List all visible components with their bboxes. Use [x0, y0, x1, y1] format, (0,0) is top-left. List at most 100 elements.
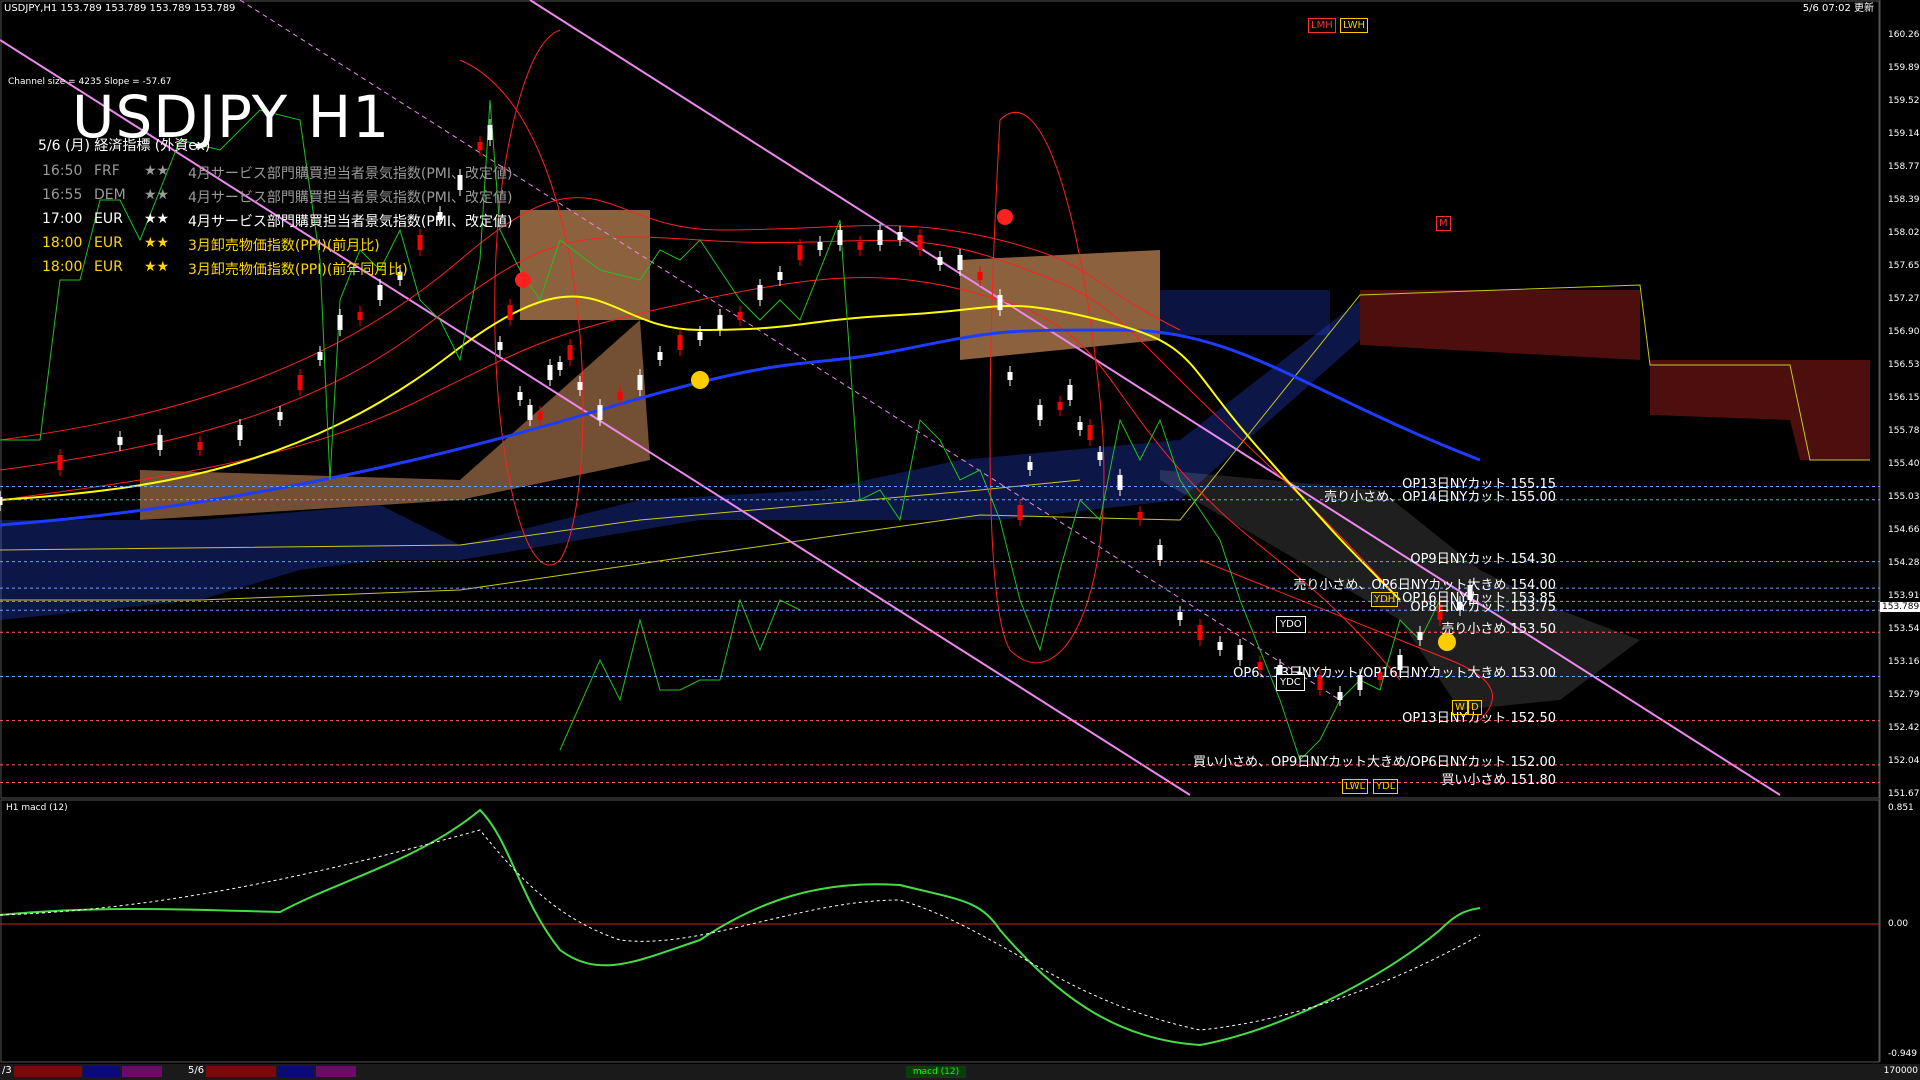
level-label: OP9日NYカット 154.30: [1410, 551, 1556, 567]
candle-body: [197, 442, 203, 450]
candle-body: [497, 342, 503, 350]
candle-body: [377, 285, 383, 300]
calendar-stars: ★★: [144, 259, 170, 275]
candle-body: [157, 435, 163, 450]
calendar-currency: EUR: [94, 235, 123, 251]
macd-signal-line: [0, 829, 1481, 1031]
period-tab[interactable]: [14, 1066, 82, 1077]
level-label: OP8日NYカット 153.75: [1410, 600, 1556, 616]
candle-body: [477, 142, 483, 150]
server-time: 5/6 07:02 更新: [1802, 3, 1874, 14]
candle-body: [567, 345, 573, 360]
candle-body: [797, 245, 803, 260]
price-tick: 160.260: [1888, 30, 1920, 40]
price-tick: 153.540: [1888, 624, 1920, 634]
price-tick: 152.040: [1888, 756, 1920, 766]
candle-body: [817, 242, 823, 250]
lmh-marker: LMH: [1308, 18, 1336, 33]
calendar-title: 4月サービス部門購買担当者景気指数(PMI、改定値): [188, 214, 513, 230]
calendar-time: 17:00: [42, 211, 83, 227]
macd-main-line: [0, 808, 1481, 1047]
candle-body: [1137, 512, 1143, 520]
macd-tab[interactable]: macd (12): [906, 1066, 966, 1078]
candle-body: [1057, 402, 1063, 410]
level-label: 買い小さめ 151.80: [1441, 772, 1556, 788]
candle-body: [1177, 612, 1183, 620]
candle-body: [1337, 692, 1343, 700]
level-label: 買い小さめ、OP9日NYカット大きめ/OP6日NYカット 152.00: [1192, 754, 1556, 770]
candle-body: [577, 382, 583, 390]
calendar-title: 4月サービス部門購買担当者景気指数(PMI、改定値): [188, 166, 513, 182]
calendar-time: 18:00: [42, 259, 83, 275]
calendar-heading: 5/6 (月) 経済指標 (外資ex): [38, 138, 211, 154]
calendar-stars: ★★: [144, 163, 170, 179]
candle-body: [1157, 545, 1163, 560]
candle-body: [547, 365, 553, 380]
calendar-stars: ★★: [144, 211, 170, 227]
level-label: 売り小さめ、OP14日NYカット 155.00: [1324, 489, 1556, 505]
macd-pane-frame: [0, 799, 1880, 1063]
macd-tick: 0.00: [1888, 919, 1909, 929]
period-tab[interactable]: [316, 1066, 356, 1077]
candle-body: [317, 352, 323, 360]
candle-body: [337, 315, 343, 330]
candle-body: [487, 125, 493, 140]
candle-body: [717, 315, 723, 330]
candle-body: [357, 312, 363, 320]
monthly-marker: M: [1436, 216, 1451, 231]
current-price-box: 153.789: [1880, 602, 1920, 612]
pivot-marker-icon: [997, 209, 1013, 225]
candle-body: [1237, 645, 1243, 660]
price-tick: 151.670: [1888, 789, 1920, 799]
price-tick: 154.660: [1888, 525, 1920, 535]
calendar-stars: ★★: [144, 235, 170, 251]
macd-tick: 0.851: [1888, 803, 1914, 813]
candle-body: [757, 285, 763, 300]
candle-body: [1067, 385, 1073, 400]
candle-body: [837, 230, 843, 245]
weekly-marker: W: [1452, 700, 1468, 715]
bottom-left-label: /3: [2, 1065, 12, 1076]
bottom-date-label: 5/6: [188, 1065, 205, 1076]
calendar-title: 4月サービス部門購買担当者景気指数(PMI、改定値): [188, 190, 513, 206]
candle-body: [677, 335, 683, 350]
calendar-currency: DEM: [94, 187, 126, 203]
candle-body: [777, 272, 783, 280]
period-tab[interactable]: [84, 1066, 120, 1077]
candle-body: [857, 242, 863, 250]
candle-body: [1217, 642, 1223, 650]
candle-body: [417, 235, 423, 250]
period-tab[interactable]: [122, 1066, 162, 1077]
ydl-marker: YDL: [1373, 779, 1399, 794]
candle-body: [1027, 462, 1033, 470]
candle-body: [1017, 505, 1023, 520]
candle-body: [897, 232, 903, 240]
candle-body: [297, 375, 303, 390]
price-tick: 159.520: [1888, 96, 1920, 106]
candle-body: [517, 392, 523, 400]
candle-body: [697, 332, 703, 340]
ydh-marker: YDH: [1371, 592, 1399, 607]
calendar-time: 16:50: [42, 163, 83, 179]
pivot-marker-icon: [691, 371, 709, 389]
price-tick: 156.900: [1888, 327, 1920, 337]
calendar-title: 3月卸売物価指数(PPI)(前月比): [188, 238, 380, 254]
level-label: 売り小さめ 153.50: [1441, 622, 1556, 638]
oscillator-green-lower: [559, 598, 801, 751]
ydc-marker: YDC: [1276, 674, 1305, 691]
price-tick: 156.530: [1888, 360, 1920, 370]
calendar-time: 18:00: [42, 235, 83, 251]
candle-body: [737, 312, 743, 320]
calendar-title: 3月卸売物価指数(PPI)(前年同月比): [188, 262, 408, 278]
price-tick: 157.650: [1888, 261, 1920, 271]
candle-body: [277, 412, 283, 420]
candle-body: [957, 255, 963, 270]
candle-body: [917, 235, 923, 250]
candle-body: [1077, 422, 1083, 430]
period-tab[interactable]: [278, 1066, 314, 1077]
price-tick: 152.790: [1888, 690, 1920, 700]
period-tab[interactable]: [206, 1066, 276, 1077]
calendar-currency: EUR: [94, 259, 123, 275]
chart-canvas[interactable]: [0, 0, 1920, 1080]
pivot-marker-icon: [515, 272, 531, 288]
